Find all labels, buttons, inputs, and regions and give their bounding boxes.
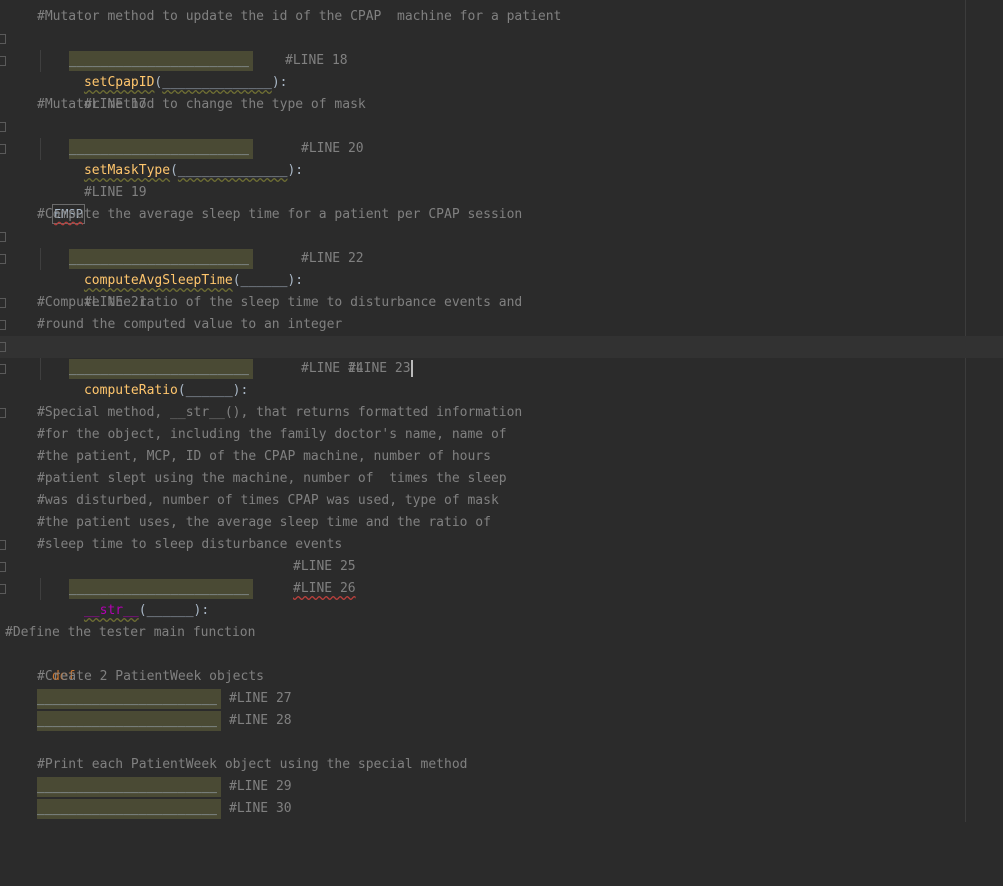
fill-in-blank[interactable]: _______________________ bbox=[37, 777, 221, 797]
fold-icon[interactable] bbox=[0, 320, 6, 330]
function-name: computeAvgSleepTime bbox=[83, 273, 233, 288]
line-tag: #LINE 27 bbox=[229, 691, 292, 706]
comment: #was disturbed, number of times CPAP was… bbox=[37, 493, 499, 508]
current-code-line[interactable]: def computeRatio(______): #LINE 23 bbox=[0, 336, 1003, 398]
fold-icon[interactable] bbox=[0, 540, 6, 550]
line-tag: #LINE 28 bbox=[229, 713, 292, 728]
comment: #Define the tester main function bbox=[5, 625, 256, 640]
comment: #patient slept using the machine, number… bbox=[37, 471, 507, 486]
comment: #Compute the average sleep time for a pa… bbox=[37, 207, 523, 222]
code-line[interactable]: #the patient, MCP, ID of the CPAP machin… bbox=[0, 446, 965, 468]
paren: ): bbox=[287, 163, 304, 178]
parameter-list: (______): bbox=[177, 383, 249, 398]
comment: #Mutator method to change the type of ma… bbox=[37, 97, 366, 112]
function-name: setMaskType bbox=[83, 163, 171, 178]
code-line[interactable]: _______________________ #LINE 26 bbox=[0, 578, 965, 600]
fold-icon[interactable] bbox=[0, 298, 6, 308]
fold-icon[interactable] bbox=[0, 56, 6, 66]
comment: #for the object, including the family do… bbox=[37, 427, 507, 442]
line-tag: #LINE 20 bbox=[301, 141, 364, 156]
fill-in-blank[interactable]: _______________________ bbox=[37, 711, 221, 731]
fold-icon[interactable] bbox=[0, 584, 6, 594]
code-line[interactable]: _______________________ #LINE 29 bbox=[0, 776, 965, 798]
fill-in-blank[interactable]: _______________________ bbox=[37, 799, 221, 819]
code-line[interactable]: #Mutator method to change the type of ma… bbox=[0, 94, 965, 116]
line-tag: #LINE 30 bbox=[229, 801, 292, 816]
fill-in-blank[interactable]: _______________________ bbox=[69, 139, 253, 159]
comment: #Mutator method to update the id of the … bbox=[37, 9, 562, 24]
code-line[interactable]: def setCpapID(______________): #LINE 17 bbox=[0, 28, 965, 112]
code-editor[interactable]: #Mutator method to update the id of the … bbox=[0, 0, 1003, 822]
function-name: computeRatio bbox=[83, 383, 178, 398]
fold-icon[interactable] bbox=[0, 364, 6, 374]
function-name: setCpapID bbox=[83, 75, 155, 90]
right-margin-guide bbox=[965, 0, 966, 822]
fill-in-blank[interactable]: _______________________ bbox=[37, 689, 221, 709]
line-tag: #LINE 22 bbox=[301, 251, 364, 266]
fill-in-blank[interactable]: _______________________ bbox=[69, 579, 253, 599]
code-line[interactable]: def __str__(______): #LINE 25 bbox=[0, 556, 965, 618]
parameter-blank: ______________ bbox=[177, 163, 288, 178]
comment: #round the computed value to an integer bbox=[37, 317, 343, 332]
comment: #Special method, __str__(), that returns… bbox=[37, 405, 523, 420]
fold-icon[interactable] bbox=[0, 562, 6, 572]
code-line[interactable]: _______________________ #LINE 30 bbox=[0, 798, 965, 820]
comment: #Print each PatientWeek object using the… bbox=[37, 757, 468, 772]
fold-icon[interactable] bbox=[0, 408, 6, 418]
code-line[interactable]: #Print each PatientWeek object using the… bbox=[0, 754, 965, 776]
line-tag: #LINE 18 bbox=[285, 53, 348, 68]
code-line[interactable]: #Mutator method to update the id of the … bbox=[0, 6, 965, 28]
line-tag: #LINE 25 bbox=[293, 559, 356, 574]
line-tag: #LINE 24 bbox=[301, 361, 364, 376]
code-line[interactable]: #round the computed value to an integer bbox=[0, 314, 965, 336]
parameter-blank: ______________ bbox=[162, 75, 272, 90]
code-line[interactable]: #Create 2 PatientWeek objects bbox=[0, 666, 965, 688]
fold-icon[interactable] bbox=[0, 144, 6, 154]
code-line[interactable]: EMSP bbox=[0, 182, 965, 224]
code-line[interactable]: #sleep time to sleep disturbance events bbox=[0, 534, 965, 556]
function-name: __str__ bbox=[83, 603, 139, 618]
code-line[interactable]: def computeAvgSleepTime(______): #LINE 2… bbox=[0, 226, 965, 310]
fold-icon[interactable] bbox=[0, 342, 6, 352]
comment: #Create 2 PatientWeek objects bbox=[37, 669, 264, 684]
comment: #Compute the ratio of the sleep time to … bbox=[37, 295, 523, 310]
code-line[interactable]: _______________________ #LINE 24 bbox=[0, 358, 965, 380]
code-line[interactable]: #for the object, including the family do… bbox=[0, 424, 965, 446]
line-tag: #LINE 26 bbox=[293, 581, 356, 596]
code-line[interactable]: _______________________ #LINE 18 bbox=[0, 50, 965, 72]
fill-in-blank[interactable]: _______________________ bbox=[69, 359, 253, 379]
fold-icon[interactable] bbox=[0, 232, 6, 242]
paren: ): bbox=[271, 75, 288, 90]
code-line[interactable]: #the patient uses, the average sleep tim… bbox=[0, 512, 965, 534]
fold-icon[interactable] bbox=[0, 254, 6, 264]
code-line[interactable]: def main(): bbox=[0, 644, 965, 706]
code-line[interactable]: #Compute the ratio of the sleep time to … bbox=[0, 292, 965, 314]
parameter-list: (______): bbox=[138, 603, 210, 618]
comment: #sleep time to sleep disturbance events bbox=[37, 537, 343, 552]
code-line[interactable]: #Special method, __str__(), that returns… bbox=[0, 402, 965, 424]
parameter-list: (______): bbox=[232, 273, 304, 288]
code-line[interactable]: _______________________ #LINE 22 bbox=[0, 248, 965, 270]
code-line[interactable]: #patient slept using the machine, number… bbox=[0, 468, 965, 490]
code-line[interactable]: #Compute the average sleep time for a pa… bbox=[0, 204, 965, 226]
line-tag: #LINE 29 bbox=[229, 779, 292, 794]
fill-in-blank[interactable]: _______________________ bbox=[69, 51, 253, 71]
paren: ( bbox=[170, 163, 178, 178]
code-line[interactable]: #Define the tester main function bbox=[0, 622, 965, 644]
code-line[interactable]: #was disturbed, number of times CPAP was… bbox=[0, 490, 965, 512]
fold-icon[interactable] bbox=[0, 34, 6, 44]
fill-in-blank[interactable]: _______________________ bbox=[69, 249, 253, 269]
comment: #the patient uses, the average sleep tim… bbox=[37, 515, 491, 530]
code-line[interactable]: _______________________ #LINE 28 bbox=[0, 710, 965, 732]
code-line[interactable]: _______________________ #LINE 27 bbox=[0, 688, 965, 710]
code-line[interactable]: def setMaskType(______________): #LINE 1… bbox=[0, 116, 965, 200]
code-line[interactable]: _______________________ #LINE 20 bbox=[0, 138, 965, 160]
comment: #the patient, MCP, ID of the CPAP machin… bbox=[37, 449, 491, 464]
fold-icon[interactable] bbox=[0, 122, 6, 132]
